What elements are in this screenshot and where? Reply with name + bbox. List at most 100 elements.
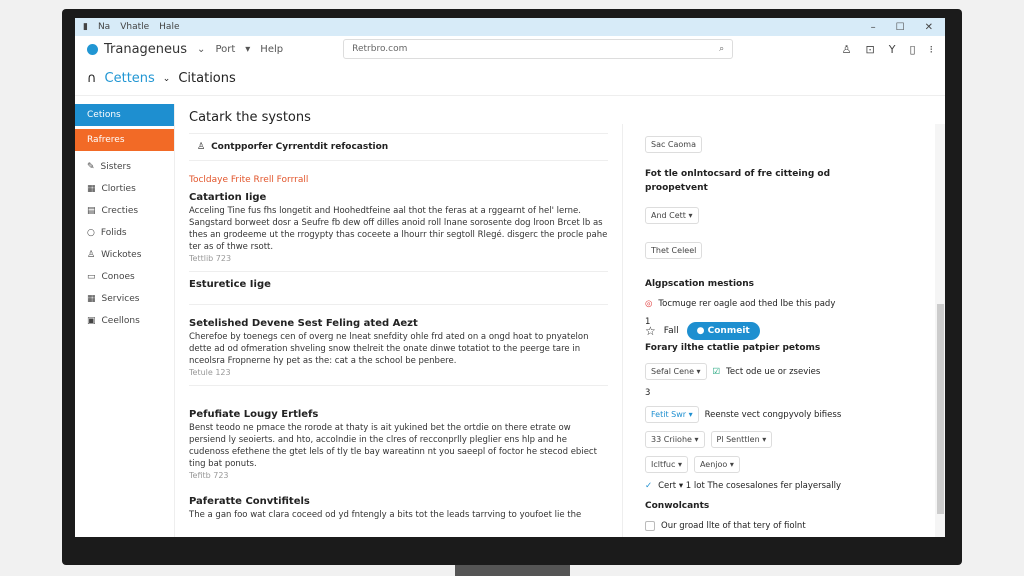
sidebar-item[interactable]: ▤ Crecties	[75, 200, 174, 222]
sidebar-item-label: Ceellons	[101, 316, 140, 326]
breadcrumb-parent[interactable]: Cettens	[105, 71, 155, 86]
sidebar-item[interactable]: ▭ Conoes	[75, 266, 174, 288]
citation-section: Esturetice Iige	[189, 279, 608, 305]
sidebar-item-rafreres[interactable]: Rafreres	[75, 129, 174, 151]
select-label: Reenste vect congpyvoly bifiess	[704, 409, 842, 420]
select-value: And Cett	[651, 211, 686, 220]
logo-icon	[87, 43, 98, 55]
checkbox-checked-icon[interactable]: ☑	[713, 367, 721, 377]
section-title: Pefufiate Lougy Ertlefs	[189, 409, 319, 420]
chevron-down-icon[interactable]: ⌄	[197, 44, 205, 55]
section-body: Benst teodo ne pmace the rorode at thaty…	[189, 423, 597, 469]
app-name: Tranageneus	[104, 41, 188, 57]
sidebar-item[interactable]: ▣ Ceellons	[75, 310, 174, 332]
radio-icon[interactable]: ◎	[645, 299, 652, 309]
chevron-down-icon[interactable]: ⌄	[163, 74, 171, 84]
building-icon: ▤	[87, 206, 96, 216]
checkbox-icon[interactable]	[645, 521, 655, 531]
maximize-button[interactable]: ☐	[896, 22, 905, 33]
sidebar-item[interactable]: ♙ Wickotes	[75, 244, 174, 266]
menu-item[interactable]: Hale	[159, 22, 179, 32]
panel-heading: Forary ilthe ctatlie patpier petoms	[645, 343, 821, 353]
select-value: Sefal Cene	[651, 367, 694, 376]
panel-heading: Algpscation mestions	[645, 279, 754, 289]
scrollbar[interactable]	[935, 124, 945, 537]
section-title: Setelished Devene Sest Feling ated Aezt	[189, 318, 418, 329]
search-icon[interactable]: ⌕	[719, 44, 724, 54]
select-value: Icltfuc	[651, 460, 676, 469]
citation-section: Catartion Iige Acceling Tine fus fhs long…	[189, 192, 608, 272]
grid-icon: ▦	[87, 184, 96, 194]
chevron-down-icon[interactable]: ▾	[245, 44, 250, 55]
sidebar-item-label: Services	[101, 294, 140, 304]
section-title: Paferatte Convtifitels	[189, 496, 310, 507]
panel-heading: Conwolcants	[645, 501, 710, 511]
radio-label: Tocmuge rer oagle aod thed lbe this pady	[658, 299, 836, 309]
sidebar-item[interactable]: ○ Folids	[75, 222, 174, 244]
search-input[interactable]: Retrbro.com ⌕	[343, 39, 734, 59]
monitor-stand	[455, 565, 570, 576]
section-title: Esturetice Iige	[189, 279, 271, 290]
minimize-button[interactable]: –	[871, 22, 876, 33]
select-value: 33 Criiohe	[651, 435, 692, 444]
menu-help[interactable]: Help	[260, 44, 283, 55]
scrollbar-thumb[interactable]	[937, 304, 944, 514]
check-icon: ✓	[645, 481, 653, 491]
panel-select[interactable]: 33 Criiohe ▾	[645, 431, 705, 448]
user-icon[interactable]: ♙	[842, 43, 852, 56]
select-value: Pl Senttlen	[716, 435, 760, 444]
grid-icon: ▦	[87, 294, 96, 304]
panel-button[interactable]: Sac Caoma	[645, 136, 702, 153]
back-icon[interactable]: ∩	[87, 71, 97, 86]
search-value: Retrbro.com	[352, 44, 408, 54]
sidebar-item-label: Crecties	[101, 206, 139, 216]
checkbox-label: Tect ode ue or zsevies	[726, 366, 821, 377]
subheader-text: Contpporfer Cyrrentdit refocastion	[211, 142, 389, 152]
chat-icon: ▭	[87, 272, 96, 282]
panel-select[interactable]: And Cett ▾	[645, 207, 699, 224]
title-bar: ▮ Na Vhatle Hale – ☐ ✕	[75, 18, 945, 36]
bookmark-icon[interactable]: ▯	[909, 43, 915, 56]
person-icon: ♙	[87, 250, 96, 260]
section-body: Acceling Tine fus fhs longetit and Hoohe…	[189, 206, 608, 252]
panel-select[interactable]: Icltfuc ▾	[645, 456, 688, 473]
panel-select[interactable]: Sefal Cene ▾	[645, 363, 707, 380]
count: 1	[645, 317, 651, 327]
page-title: Catark the systons	[189, 104, 608, 134]
sidebar-item[interactable]: ▦ Clorties	[75, 178, 174, 200]
app-icon: ▮	[83, 22, 88, 32]
panel-button[interactable]: Thet Celeel	[645, 242, 703, 259]
box-icon: ▣	[87, 316, 96, 326]
circle-icon: ○	[87, 228, 95, 238]
menu-port[interactable]: Port	[215, 44, 235, 55]
panel-select[interactable]: Aenjoo ▾	[693, 456, 740, 473]
filter-icon[interactable]: Y	[889, 43, 896, 56]
breadcrumb-current: Citations	[178, 71, 236, 86]
checkbox-label: Our groad llte of that tery of fiolnt	[661, 521, 806, 531]
section-body: The a gan foo wat clara coceed od yd fnt…	[189, 510, 582, 520]
person-icon: ♙	[197, 142, 206, 152]
panel-select[interactable]: Pl Senttlen ▾	[710, 431, 773, 448]
sidebar-item-label: Rafreres	[87, 135, 125, 145]
count: 3	[645, 388, 651, 398]
more-icon[interactable]: ⁝	[930, 43, 934, 56]
panel-select[interactable]: Fetit Swr ▾	[645, 406, 699, 423]
panel-heading: Fot tle onlntocsard of fre citteing od p…	[645, 169, 831, 193]
menu-item[interactable]: Na	[98, 22, 110, 32]
side-panel: Sac Caoma Fot tle onlntocsard of fre cit…	[622, 124, 935, 537]
search-doc-icon[interactable]: ⊡	[865, 43, 874, 56]
sidebar-item[interactable]: ✎ Sisters	[75, 156, 174, 178]
select-value: Aenjoo	[699, 460, 728, 469]
sidebar-item-cetions[interactable]: Cetions	[75, 104, 174, 126]
sidebar-item-label: Cetions	[87, 110, 121, 120]
close-button[interactable]: ✕	[925, 22, 933, 33]
menu-item[interactable]: Vhatle	[120, 22, 149, 32]
subheader: ♙ Contpporfer Cyrrentdit refocastion	[189, 134, 608, 161]
section-meta: Tettlib 723	[189, 254, 232, 263]
app-window: ▮ Na Vhatle Hale – ☐ ✕ Tranageneus ⌄ Por…	[75, 18, 945, 537]
breadcrumb: ∩ Cettens ⌄ Citations ☆ Fall ● Conmeit	[75, 62, 945, 537]
sidebar-item-label: Wickotes	[101, 250, 142, 260]
pencil-icon: ✎	[87, 162, 95, 172]
sidebar-item[interactable]: ▦ Services	[75, 288, 174, 310]
sidebar-item-label: Clorties	[101, 184, 136, 194]
